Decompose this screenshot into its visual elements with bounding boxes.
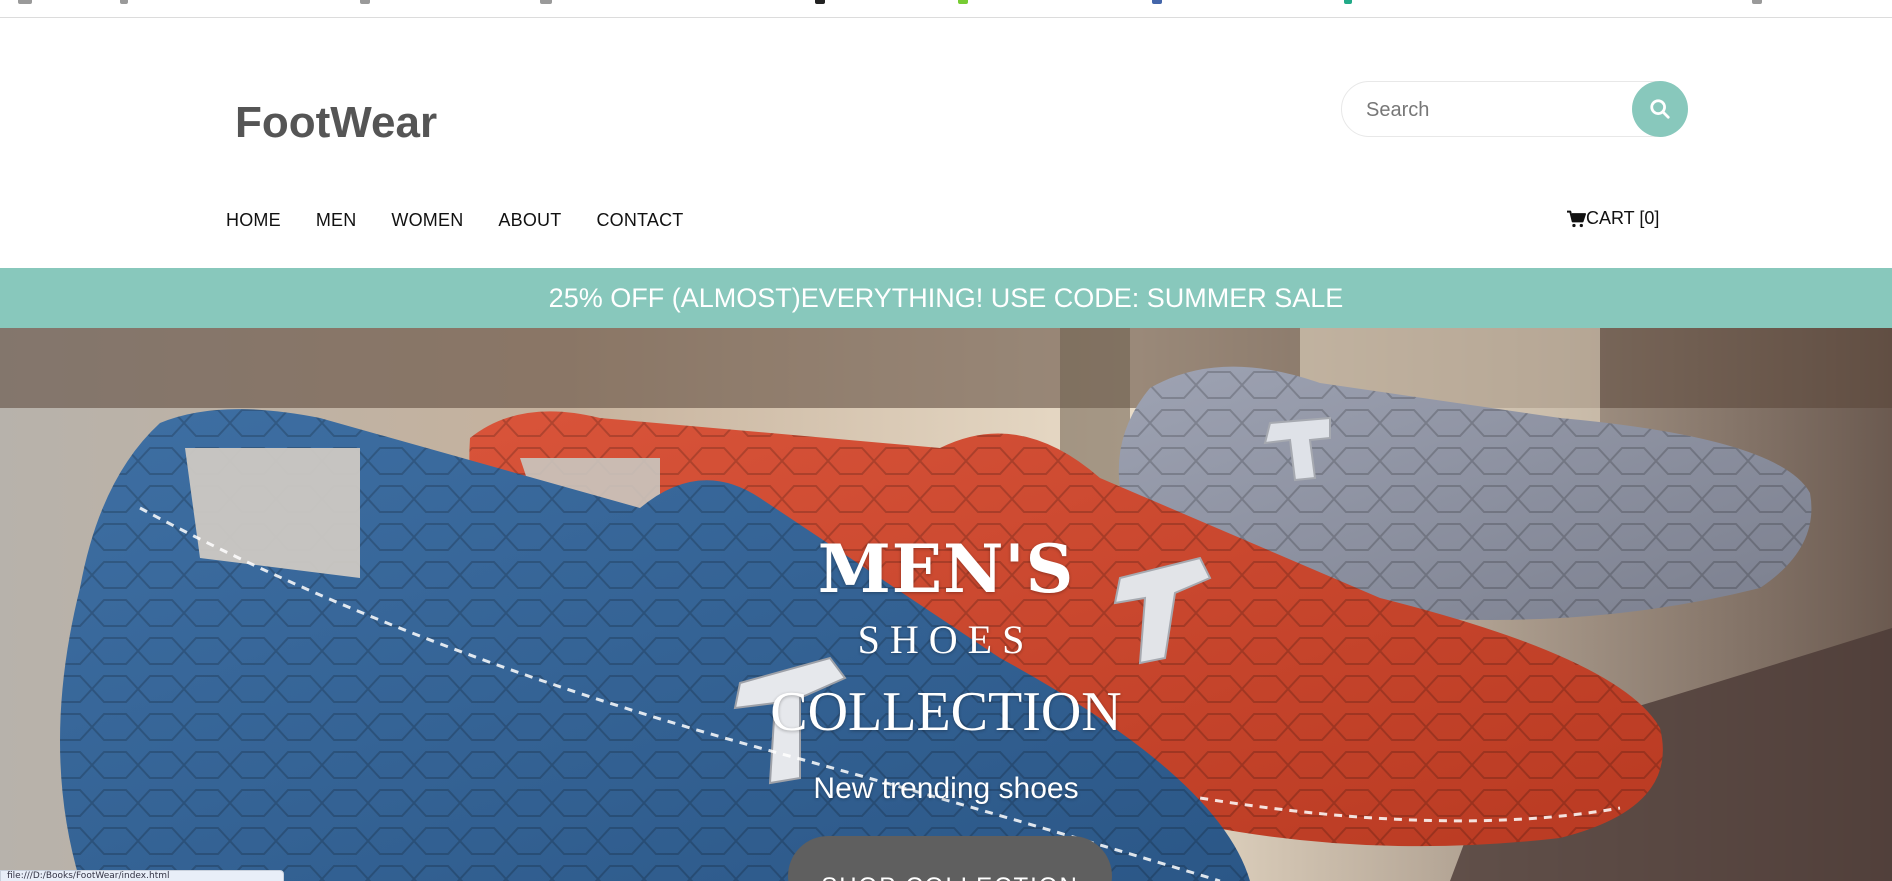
bookmark-icon[interactable]	[815, 0, 825, 4]
bookmark-icon[interactable]	[1752, 0, 1762, 4]
browser-status-url: file:///D:/Books/FootWear/index.html	[0, 870, 284, 881]
search-button[interactable]	[1632, 81, 1688, 137]
cart-label: CART [0]	[1586, 208, 1660, 228]
browser-bookmarks-bar	[0, 0, 1892, 18]
cart-link[interactable]: CART [0]	[1566, 208, 1659, 229]
site-logo[interactable]: FootWear	[235, 98, 437, 148]
bookmark-icon[interactable]	[1152, 0, 1162, 4]
nav-item-home[interactable]: HOME	[226, 210, 281, 231]
cart-icon	[1567, 210, 1586, 227]
promo-text: 25% OFF (ALMOST)EVERYTHING! USE CODE: SU…	[548, 282, 1344, 313]
nav-item-about[interactable]: ABOUT	[498, 210, 561, 231]
nav-item-contact[interactable]: CONTACT	[596, 210, 683, 231]
hero-subtitle: SHOES	[857, 617, 1035, 662]
bookmark-icon[interactable]	[18, 0, 32, 4]
search-icon	[1650, 99, 1670, 119]
hero-title: MEN'S	[817, 530, 1075, 608]
bookmark-icon[interactable]	[360, 0, 370, 4]
bookmark-icon[interactable]	[1344, 0, 1352, 4]
nav-item-men[interactable]: MEN	[316, 210, 357, 231]
bookmark-icon[interactable]	[540, 0, 552, 4]
bookmark-icon[interactable]	[120, 0, 128, 4]
hero-title-collection: COLLECTION	[770, 681, 1122, 743]
shop-collection-button[interactable]: SHOP COLLECTION	[788, 836, 1112, 881]
promo-banner: 25% OFF (ALMOST)EVERYTHING! USE CODE: SU…	[0, 268, 1892, 328]
hero-tagline: New trending shoes	[813, 772, 1079, 805]
bookmark-icon[interactable]	[958, 0, 968, 4]
search-bar	[1341, 81, 1688, 137]
main-nav: HOME MEN WOMEN ABOUT CONTACT	[226, 210, 719, 231]
nav-item-women[interactable]: WOMEN	[391, 210, 463, 231]
search-input[interactable]	[1366, 94, 1626, 126]
hero-banner: MEN'S SHOES COLLECTION New trending shoe…	[0, 328, 1892, 881]
